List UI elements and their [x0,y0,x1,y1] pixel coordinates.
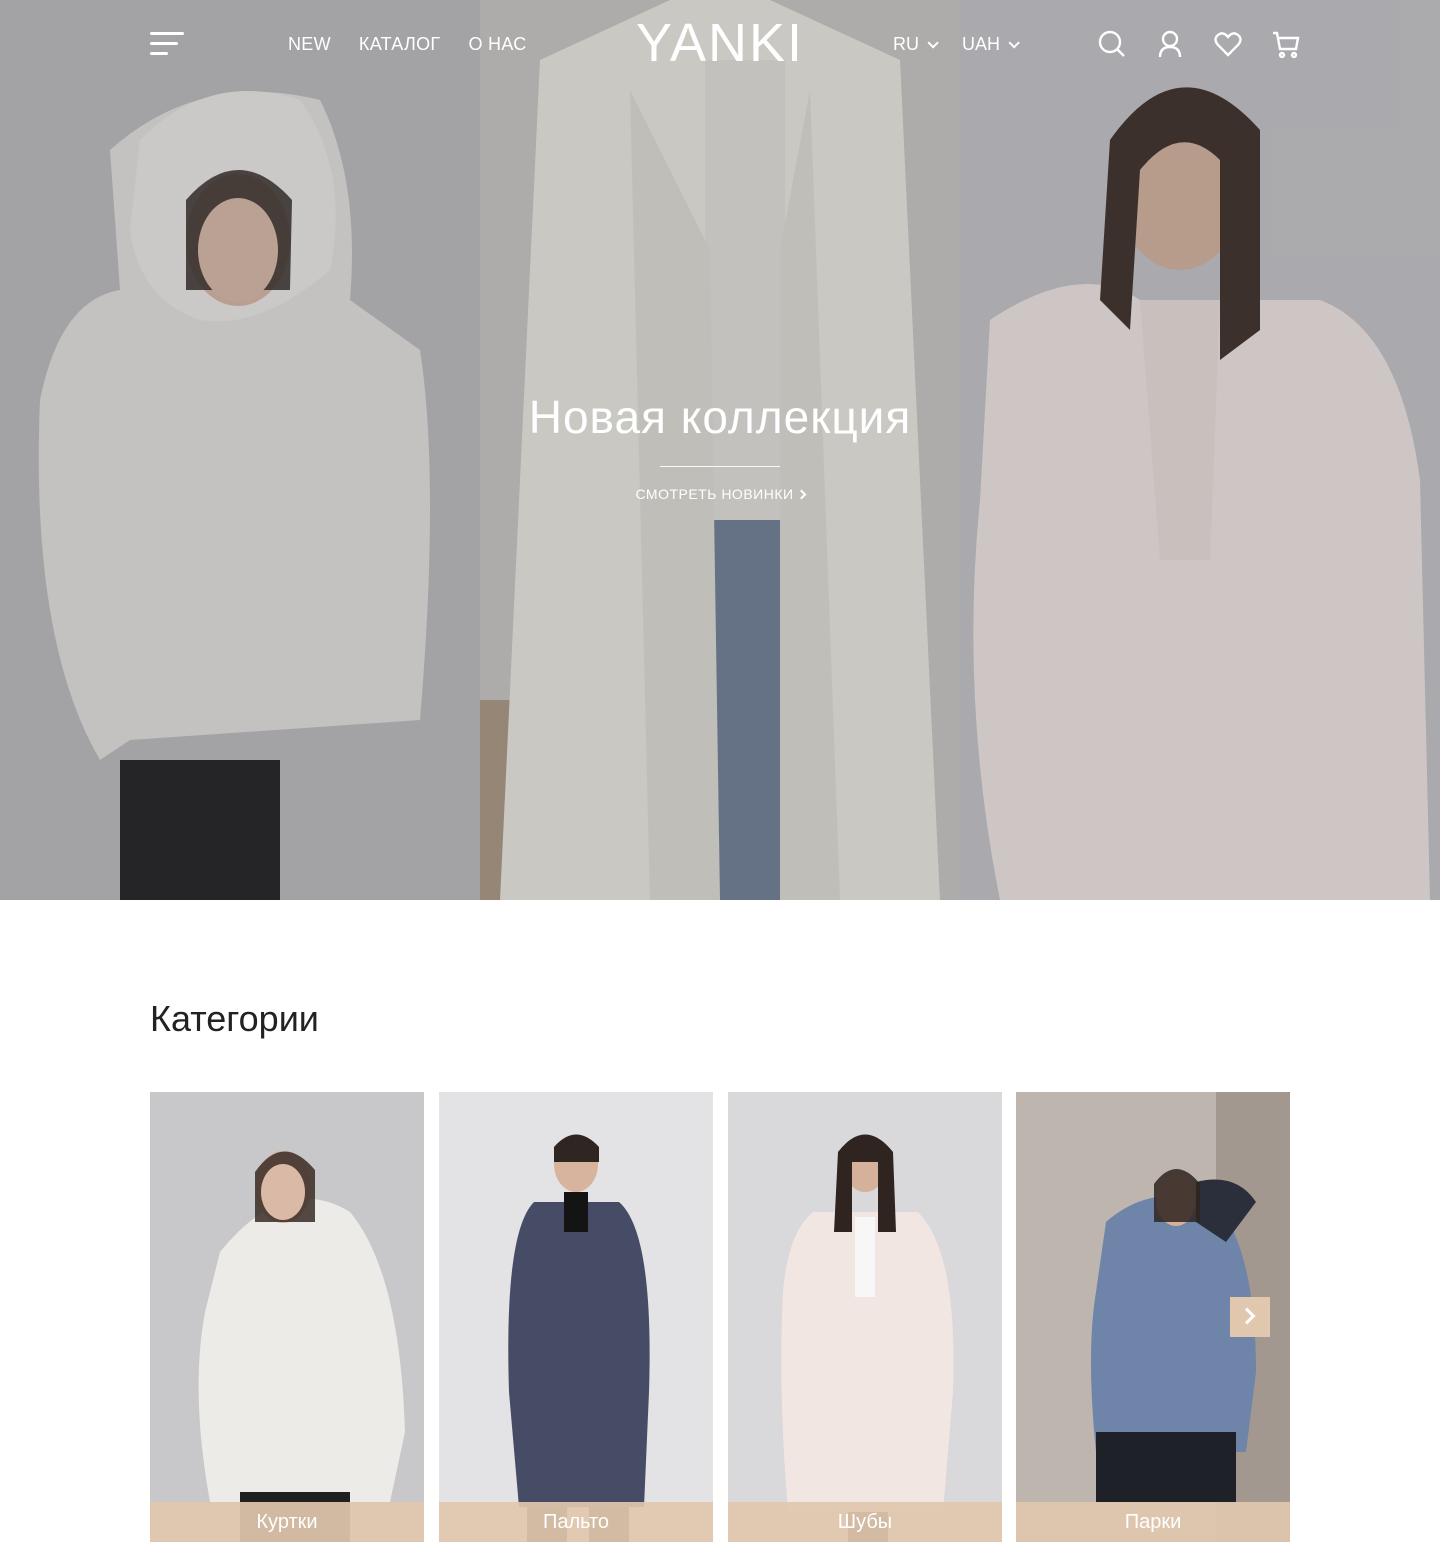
chevron-right-icon [796,489,806,500]
category-label: Куртки [150,1502,424,1542]
currency-select[interactable]: UAH [962,34,1020,55]
main-nav: NEW КАТАЛОГ О НАС [288,34,555,55]
chevron-down-icon [927,36,939,49]
header-icons [1098,30,1300,58]
language-select[interactable]: RU [893,34,939,55]
hero-cta-link[interactable]: СМОТРЕТЬ НОВИНКИ [0,486,1440,502]
hero-banner [0,0,1440,900]
category-card-coats[interactable]: Пальто [439,1092,713,1542]
categories-title: Категории [150,998,319,1039]
category-card-jackets[interactable]: Куртки [150,1092,424,1542]
menu-icon[interactable] [150,32,184,58]
hero-divider [660,466,780,467]
heart-icon[interactable] [1214,30,1242,58]
hero-overlay [0,0,1440,900]
language-value: RU [893,34,919,54]
cart-icon[interactable] [1272,30,1300,58]
category-card-furs[interactable]: Шубы [728,1092,1002,1542]
carousel-next-button[interactable] [1230,1297,1270,1337]
category-label: Пальто [439,1502,713,1542]
user-icon[interactable] [1156,30,1184,58]
nav-new[interactable]: NEW [288,34,331,55]
search-icon[interactable] [1098,30,1126,58]
category-label: Парки [1016,1502,1290,1542]
logo[interactable]: YANKI [636,13,804,73]
nav-about[interactable]: О НАС [468,34,526,55]
categories-carousel: Куртки Пальто Шубы Парки [150,1092,1290,1542]
hero-cta-label: СМОТРЕТЬ НОВИНКИ [635,486,794,502]
category-label: Шубы [728,1502,1002,1542]
currency-value: UAH [962,34,1001,54]
chevron-right-icon [1238,1307,1256,1325]
site-header: NEW КАТАЛОГ О НАС YANKI RU UAH [0,0,1440,90]
nav-catalog[interactable]: КАТАЛОГ [359,34,441,55]
hero-title: Новая коллекция [528,391,912,443]
chevron-down-icon [1008,36,1020,49]
